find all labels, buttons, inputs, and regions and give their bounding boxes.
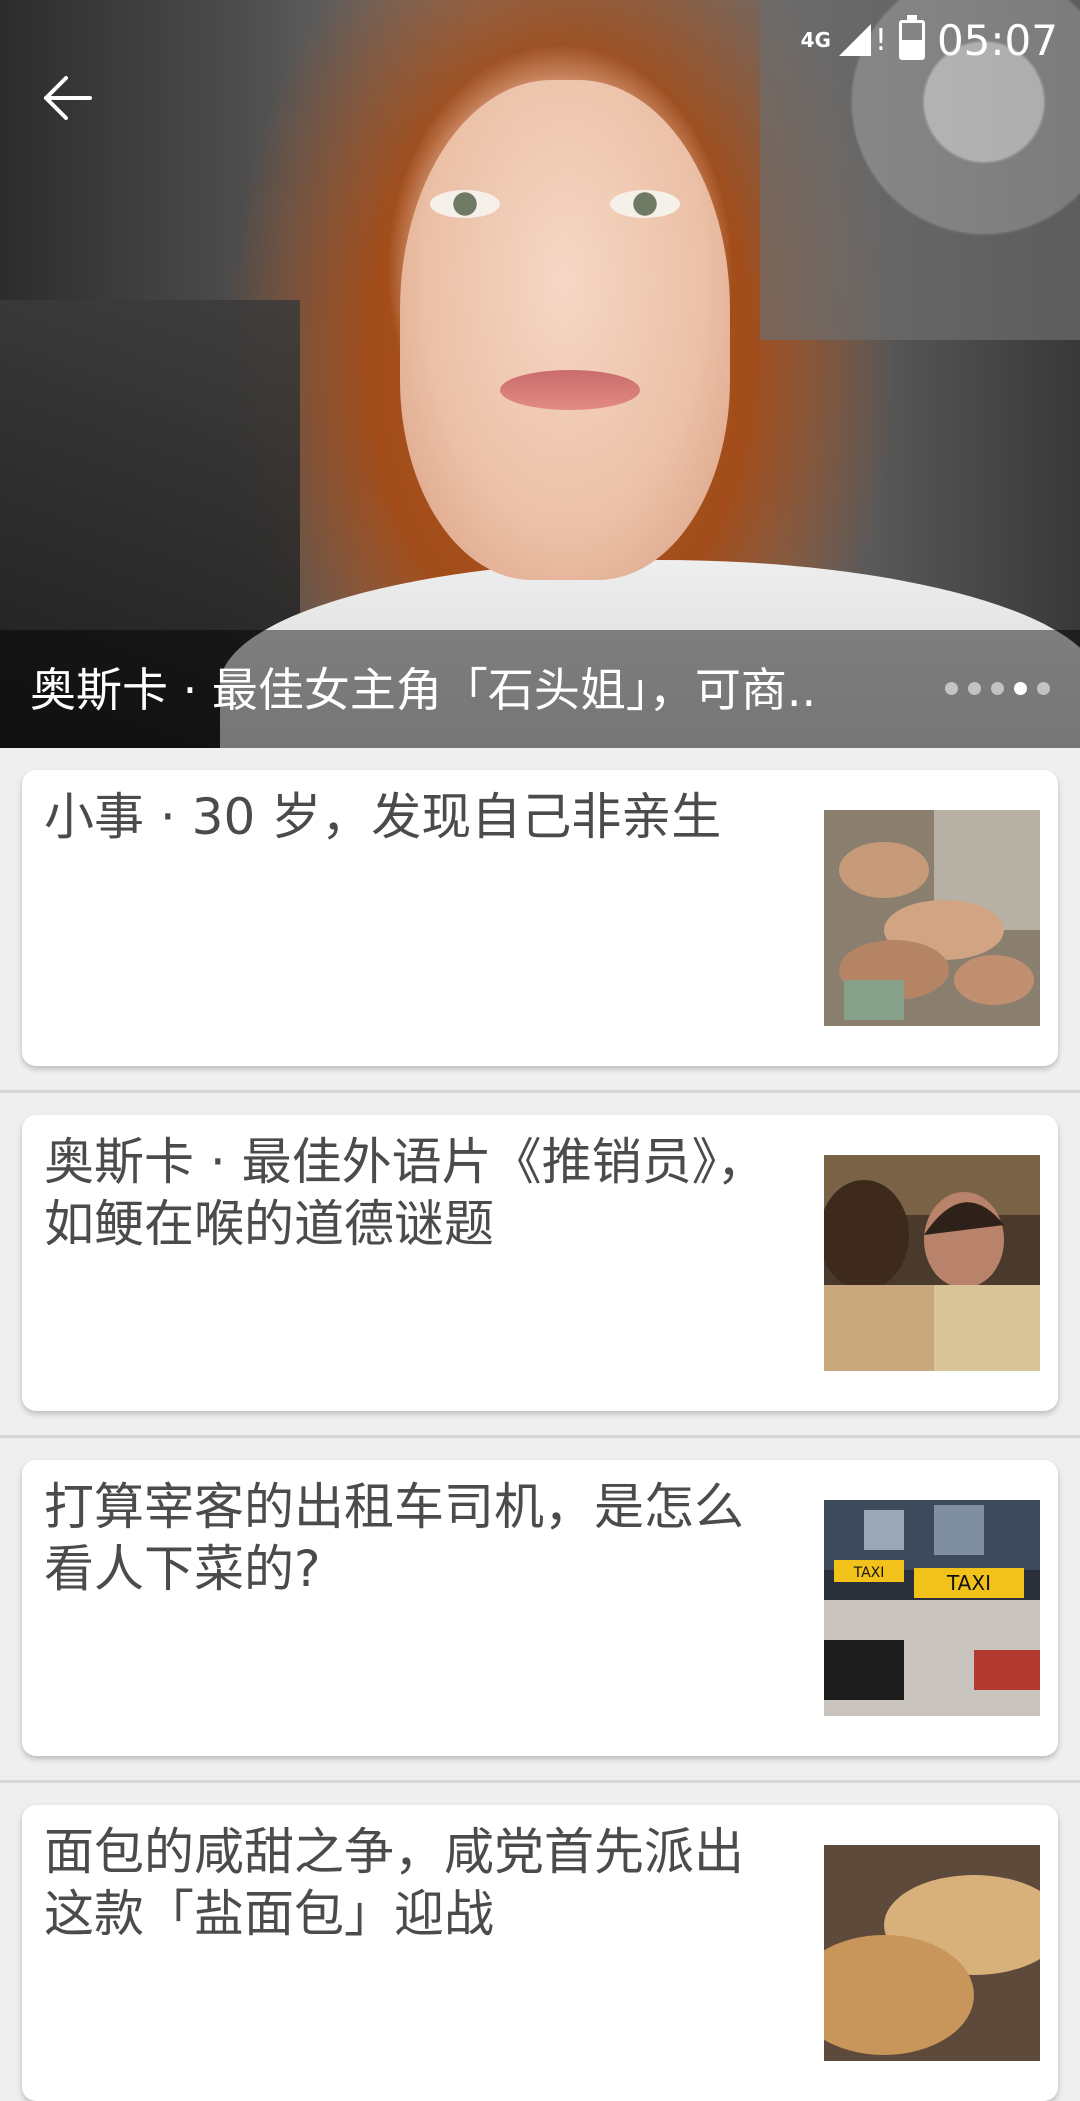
article-title: 奥斯卡 · 最佳外语片《推销员》，如鲠在喉的道德谜题 — [44, 1133, 767, 1253]
signal-icon — [838, 24, 871, 56]
divider — [0, 1090, 1080, 1093]
salesman-film-still-icon — [824, 1155, 1040, 1371]
alert-icon: ! — [874, 22, 887, 58]
article-card[interactable]: 奥斯卡 · 最佳外语片《推销员》，如鲠在喉的道德谜题 — [22, 1115, 1058, 1411]
carousel-indicator — [945, 682, 1050, 695]
hero-mouth — [500, 370, 640, 410]
carousel-dot-active — [1014, 682, 1027, 695]
battery-icon — [898, 15, 925, 60]
svg-text:TAXI: TAXI — [853, 1565, 885, 1581]
article-card[interactable]: 打算宰客的出租车司机，是怎么看人下菜的? TAXI TAXI — [22, 1460, 1058, 1756]
bread-photo-icon — [824, 1845, 1040, 2061]
back-arrow-icon[interactable] — [38, 68, 98, 128]
family-sleeping-photo-icon — [824, 810, 1040, 1026]
divider — [0, 1780, 1080, 1783]
article-title: 面包的咸甜之争，咸党首先派出这款「盐面包」迎战 — [44, 1823, 744, 1943]
clock: 05:07 — [936, 15, 1058, 65]
hero-eye-left — [430, 190, 500, 218]
article-title: 打算宰客的出租车司机，是怎么看人下菜的? — [44, 1478, 744, 1598]
hero-caption[interactable]: 奥斯卡 · 最佳女主角「石头姐」，可商.. — [30, 658, 870, 722]
article-card[interactable]: 小事 · 30 岁，发现自己非亲生 — [22, 770, 1058, 1066]
carousel-dot — [1037, 682, 1050, 695]
article-card[interactable]: 面包的咸甜之争，咸党首先派出这款「盐面包」迎战 — [22, 1805, 1058, 2101]
svg-text:TAXI: TAXI — [946, 1571, 991, 1595]
carousel-dot — [991, 682, 1004, 695]
carousel-dot — [945, 682, 958, 695]
hero-banner[interactable]: 奥斯卡 · 最佳女主角「石头姐」，可商.. — [0, 0, 1080, 748]
hero-face — [400, 80, 730, 580]
article-title: 小事 · 30 岁，发现自己非亲生 — [44, 788, 722, 846]
hero-eye-right — [610, 190, 680, 218]
taxi-photo-icon: TAXI TAXI — [824, 1500, 1040, 1716]
status-bar: 4G ! 05:07 — [801, 10, 1058, 70]
divider — [0, 1435, 1080, 1438]
carousel-dot — [968, 682, 981, 695]
network-type: 4G — [800, 28, 831, 52]
